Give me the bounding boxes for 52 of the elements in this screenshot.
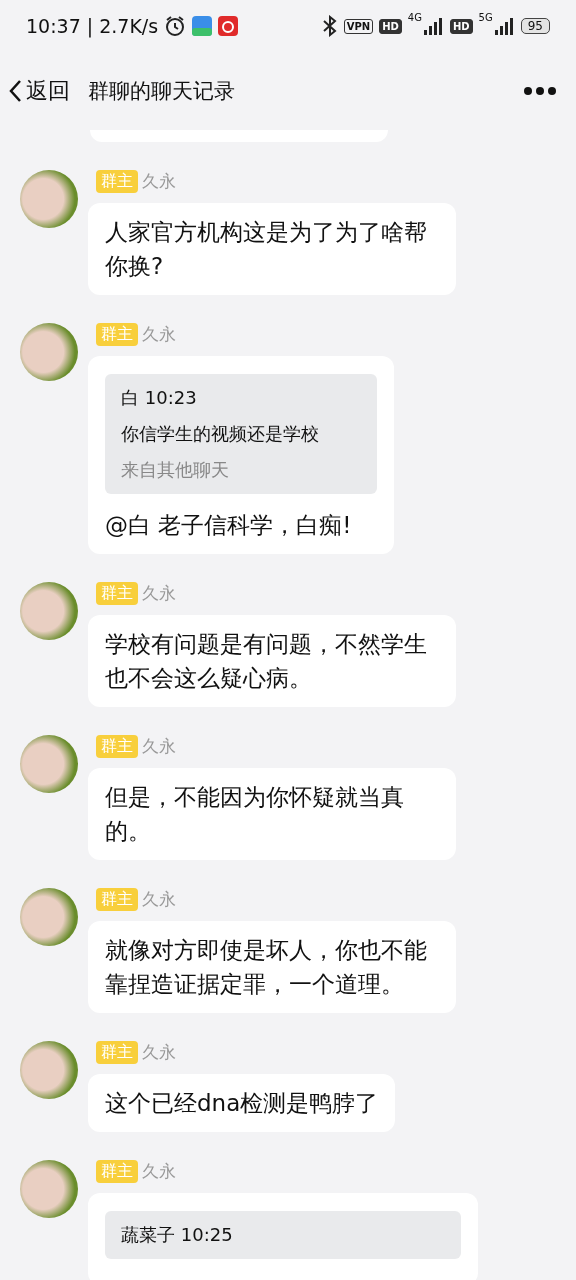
avatar[interactable]: [20, 170, 78, 228]
sender-name: 久永: [142, 582, 176, 605]
clock-time: 10:37: [26, 15, 81, 37]
avatar[interactable]: [20, 1041, 78, 1099]
bluetooth-icon: [321, 15, 338, 37]
avatar[interactable]: [20, 888, 78, 946]
avatar[interactable]: [20, 323, 78, 381]
more-icon[interactable]: [524, 87, 556, 95]
quoted-message[interactable]: 白 10:23 你信学生的视频还是学校 来自其他聊天: [105, 374, 377, 494]
sender-name: 久永: [142, 888, 176, 911]
message-text: 就像对方即使是坏人，你也不能靠捏造证据定罪，一个道理。: [105, 936, 428, 999]
signal-icon: [494, 17, 515, 35]
role-badge: 群主: [96, 888, 138, 911]
sender-name: 久永: [142, 1160, 176, 1183]
network-type: 4G: [407, 12, 422, 23]
avatar[interactable]: [20, 735, 78, 793]
role-badge: 群主: [96, 1160, 138, 1183]
page-title: 群聊的聊天记录: [88, 78, 236, 105]
chevron-left-icon: [8, 79, 22, 103]
role-badge: 群主: [96, 735, 138, 758]
message-text: 学校有问题是有问题，不然学生也不会这么疑心病。: [105, 630, 428, 693]
separator: |: [86, 15, 94, 37]
signal-icon: [423, 17, 444, 35]
network-type: 5G: [478, 12, 493, 23]
role-badge: 群主: [96, 1041, 138, 1064]
network-speed: 2.7K/s: [99, 15, 159, 37]
battery-indicator: 95: [520, 18, 550, 34]
role-badge: 群主: [96, 323, 138, 346]
quote-sender: 白 10:23: [121, 386, 198, 410]
back-button[interactable]: 返回: [8, 76, 70, 106]
quote-source: 来自其他聊天: [121, 458, 230, 482]
quote-text: 你信学生的视频还是学校: [121, 422, 320, 446]
vpn-indicator: VPN: [343, 18, 374, 34]
quoted-message[interactable]: 蔬菜子 10:25: [105, 1211, 461, 1259]
role-badge: 群主: [96, 170, 138, 193]
app-icon: [192, 16, 213, 36]
quote-sender: 蔬菜子 10:25: [121, 1223, 234, 1247]
sender-name: 久永: [142, 170, 176, 193]
sender-name: 久永: [142, 323, 176, 346]
message-text: 但是，不能因为你怀疑就当真的。: [105, 783, 405, 846]
message-text: 这个已经dna检测是鸭脖了: [105, 1089, 379, 1118]
hd-indicator: HD: [449, 18, 473, 34]
avatar[interactable]: [20, 582, 78, 640]
message-text: 人家官方机构这是为了为了啥帮你换?: [105, 218, 428, 281]
sender-name: 久永: [142, 735, 176, 758]
alarm-icon: [164, 15, 187, 37]
sender-name: 久永: [142, 1041, 176, 1064]
role-badge: 群主: [96, 582, 138, 605]
music-app-icon: [218, 16, 239, 36]
hd-indicator: HD: [379, 18, 402, 34]
avatar[interactable]: [20, 1160, 78, 1218]
message-text: @白 老子信科学，白痴!: [105, 511, 353, 540]
